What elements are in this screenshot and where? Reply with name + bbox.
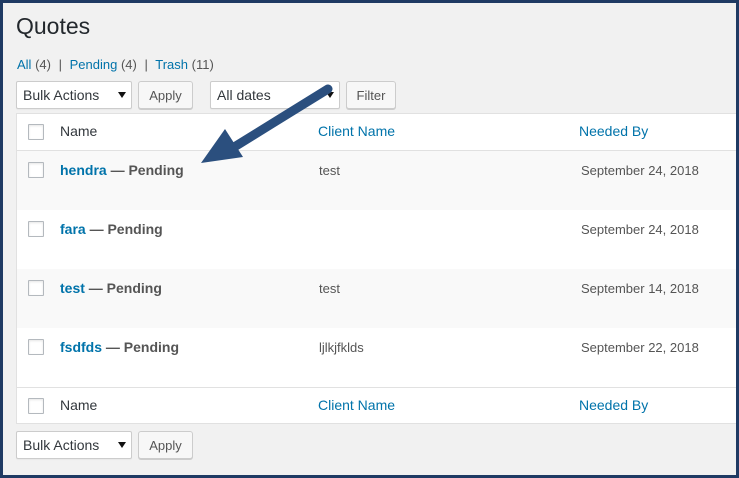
chevron-down-icon	[118, 442, 126, 448]
chevron-down-icon	[326, 92, 334, 98]
view-pending-count: (4)	[120, 57, 137, 72]
bulk-actions-select-top[interactable]: Bulk Actions	[16, 81, 132, 109]
column-header-client-name[interactable]: Client Name	[318, 123, 395, 139]
apply-button-bottom[interactable]: Apply	[138, 431, 193, 459]
select-all-checkbox-footer[interactable]	[28, 398, 44, 414]
page-title: Quotes	[16, 13, 91, 39]
row-title-link[interactable]: fara	[60, 221, 86, 237]
date-filter-label: All dates	[217, 87, 271, 103]
chevron-down-icon	[118, 92, 126, 98]
view-pending-link[interactable]: Pending	[70, 57, 118, 72]
view-trash-count: (11)	[191, 57, 214, 72]
row-needed-by: September 24, 2018	[581, 222, 699, 237]
column-footer-name: Name	[60, 397, 98, 413]
row-needed-by: September 14, 2018	[581, 281, 699, 296]
row-title: fara — Pending	[60, 221, 163, 237]
table-row: fara — Pending September 24, 2018	[17, 210, 736, 269]
row-client-name: ljlkjfklds	[319, 340, 364, 355]
view-all-link[interactable]: All	[17, 57, 31, 72]
table-row: test — Pending test September 14, 2018	[17, 269, 736, 328]
column-header-needed-by[interactable]: Needed By	[579, 123, 648, 139]
bulk-actions-select-bottom[interactable]: Bulk Actions	[16, 431, 132, 459]
row-title: fsdfds — Pending	[60, 339, 179, 355]
row-client-name: test	[319, 163, 340, 178]
quotes-table: Name Client Name Needed By hendra — Pend…	[16, 113, 736, 424]
row-checkbox[interactable]	[28, 280, 44, 296]
view-all-count: (4)	[35, 57, 51, 72]
row-needed-by: September 24, 2018	[581, 163, 699, 178]
row-checkbox[interactable]	[28, 162, 44, 178]
apply-button-top[interactable]: Apply	[138, 81, 193, 109]
view-separator: |	[58, 57, 62, 72]
date-filter-select[interactable]: All dates	[210, 81, 340, 109]
row-title-link[interactable]: test	[60, 280, 85, 296]
column-footer-needed-by[interactable]: Needed By	[579, 397, 648, 413]
view-trash-link[interactable]: Trash	[155, 57, 188, 72]
admin-screen: Quotes All (4) | Pending (4) | Trash (11…	[3, 3, 736, 475]
column-footer-client-name[interactable]: Client Name	[318, 397, 395, 413]
row-status: — Pending	[89, 221, 163, 237]
table-row: hendra — Pending test September 24, 2018	[17, 151, 736, 210]
column-header-name: Name	[60, 123, 98, 139]
select-all-checkbox[interactable]	[28, 124, 44, 140]
table-row: fsdfds — Pending ljlkjfklds September 22…	[17, 328, 736, 387]
row-title: hendra — Pending	[60, 162, 184, 178]
row-status: — Pending	[110, 162, 184, 178]
filter-button[interactable]: Filter	[346, 81, 396, 109]
row-status: — Pending	[105, 339, 180, 355]
view-separator: |	[144, 57, 148, 72]
row-status: — Pending	[88, 280, 162, 296]
row-needed-by: September 22, 2018	[581, 340, 699, 355]
table-header: Name Client Name Needed By	[17, 114, 736, 150]
row-checkbox[interactable]	[28, 339, 44, 355]
table-footer: Name Client Name Needed By	[17, 388, 736, 424]
bulk-actions-label: Bulk Actions	[23, 87, 100, 103]
row-title-link[interactable]: fsdfds	[60, 339, 102, 355]
bulk-actions-label: Bulk Actions	[23, 437, 100, 453]
row-client-name: test	[319, 281, 340, 296]
row-title: test — Pending	[60, 280, 162, 296]
row-title-link[interactable]: hendra	[60, 162, 107, 178]
row-checkbox[interactable]	[28, 221, 44, 237]
view-filters: All (4) | Pending (4) | Trash (11)	[17, 57, 214, 72]
